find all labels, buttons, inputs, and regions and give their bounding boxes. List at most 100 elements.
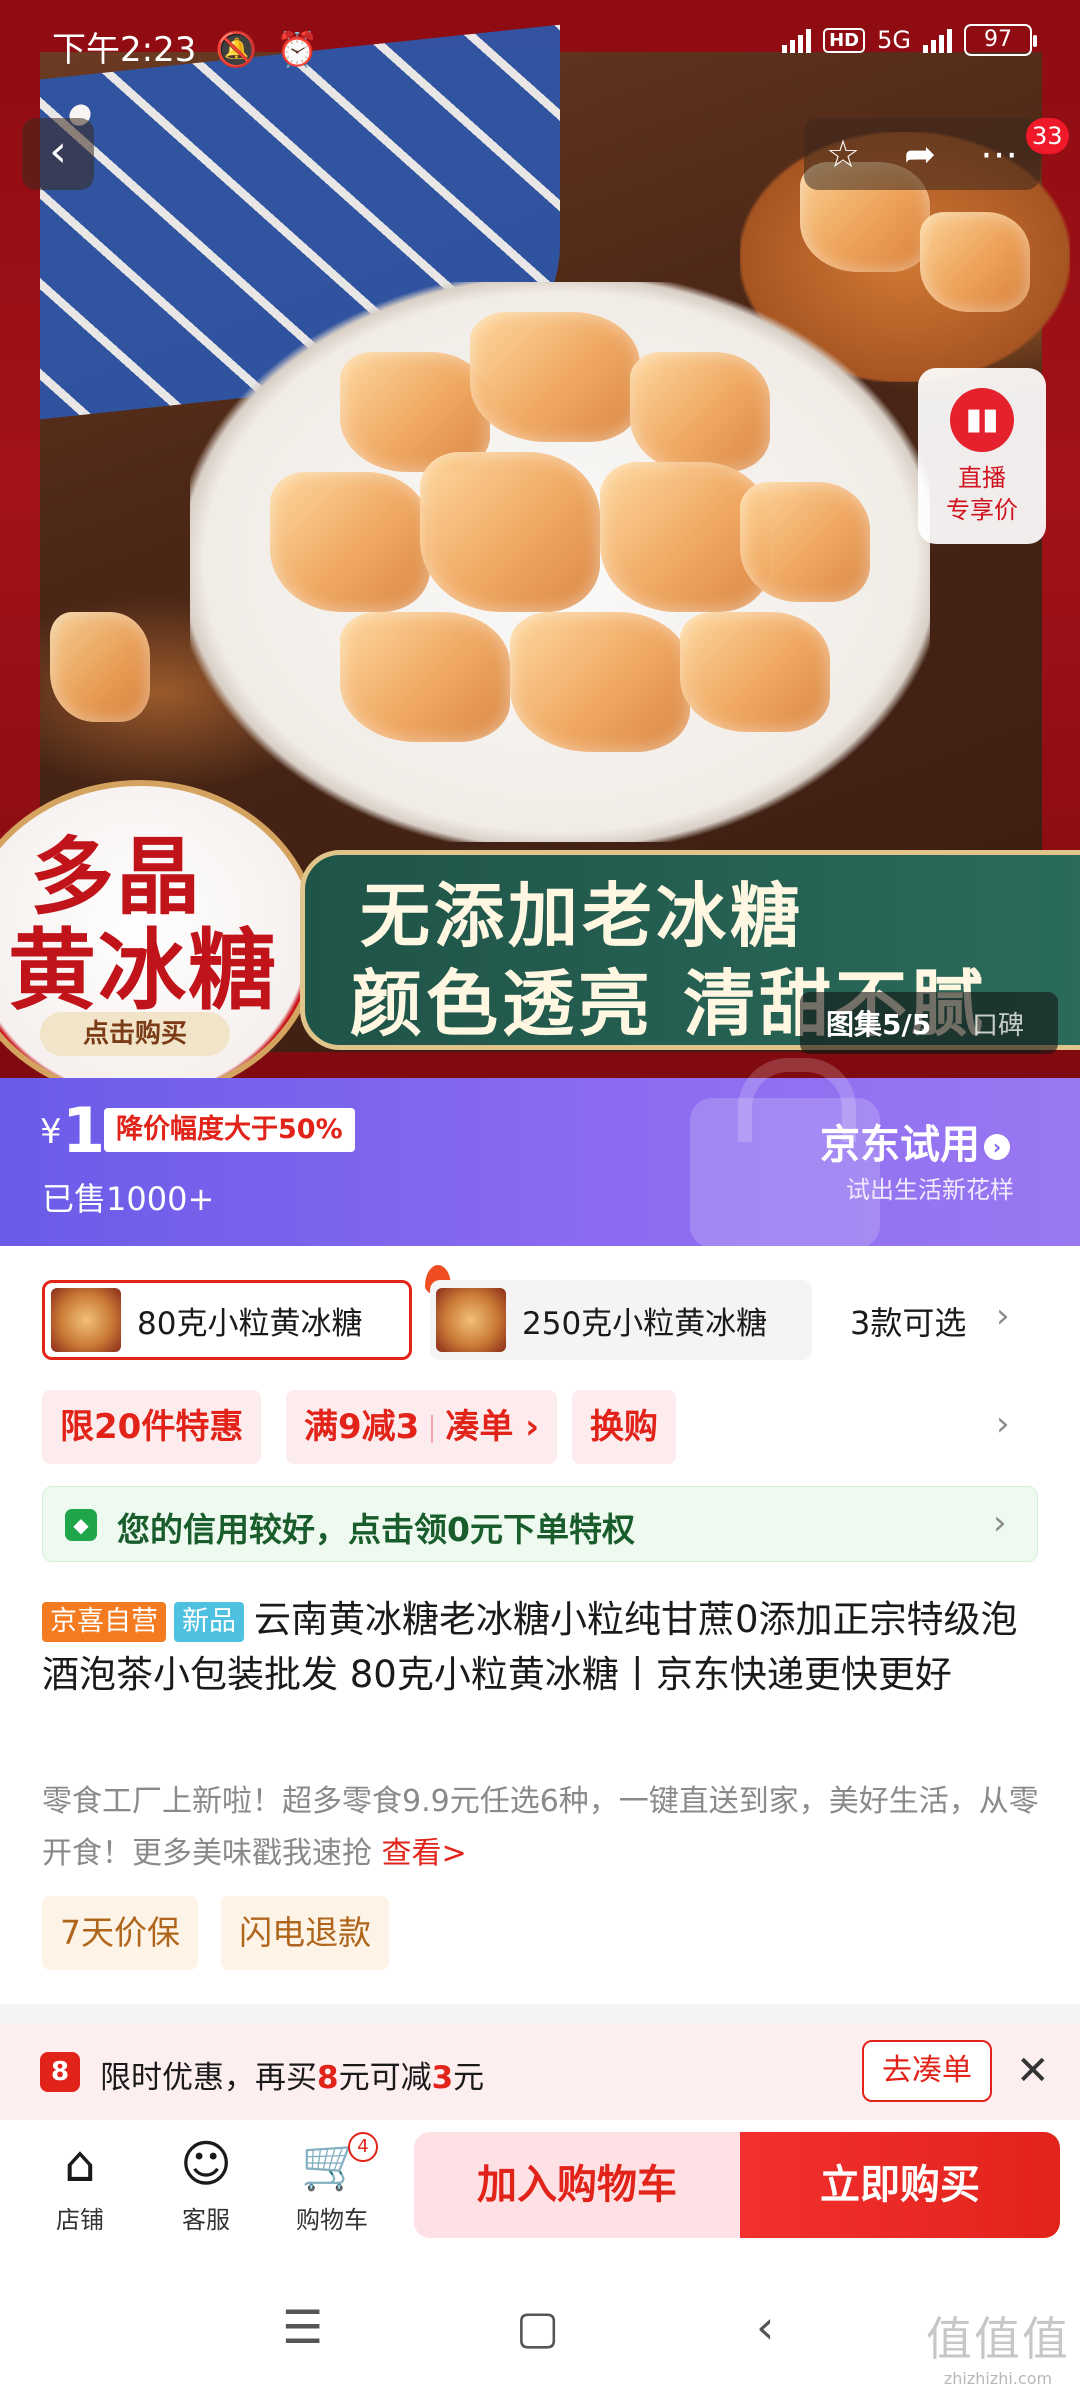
shop-button[interactable]: ⌂ 店铺 — [30, 2132, 130, 2235]
service-fast-refund[interactable]: 闪电退款 — [221, 1896, 390, 1970]
credit-banner[interactable]: ◆ 您的信用较好，点击领0元下单特权 › — [42, 1486, 1038, 1562]
jd-trial-link[interactable]: 京东试用 › — [820, 1112, 1010, 1170]
offer-amount2: 3 — [431, 2060, 454, 2096]
wifi-signal-icon — [782, 27, 812, 53]
add-to-cart-button[interactable]: 加入购物车 — [414, 2132, 740, 2238]
badge-line2: 黄冰糖 — [8, 918, 279, 1022]
service-label: 客服 — [182, 2206, 230, 2234]
promo-add-on-link[interactable]: 凑单 › — [445, 1407, 539, 1447]
promo-exchange[interactable]: 换购 — [572, 1390, 676, 1464]
gallery-switch[interactable]: 图集5/5 口碑 — [800, 992, 1058, 1054]
watermark-url: zhizhizhi.com — [943, 2369, 1053, 2388]
battery-level: 97 — [984, 27, 1012, 52]
offer-amount1: 8 — [317, 2060, 339, 2096]
cart-label: 购物车 — [296, 2206, 368, 2234]
self-operated-badge: 京喜自营 — [42, 1601, 166, 1642]
chevron-right-icon: › — [993, 1503, 1007, 1543]
view-more-link[interactable]: 查看> — [382, 1836, 467, 1871]
credit-text: 您的信用较好，点击领0元下单特权 — [117, 1510, 635, 1549]
chevron-right-icon: › — [984, 1134, 1010, 1160]
section-divider — [0, 2004, 1080, 2024]
service-price-protect[interactable]: 7天价保 — [42, 1896, 198, 1970]
top-actions: ☆ ➦ ⋯ — [804, 118, 1040, 190]
close-icon[interactable]: ✕ — [1016, 2048, 1050, 2094]
chevron-left-icon: ‹ — [49, 126, 67, 177]
more-icon[interactable]: ⋯ — [980, 132, 1018, 176]
product-image-carousel[interactable]: 多晶 黄冰糖 点击购买 无添加老冰糖 颜色透亮 清甜不腻 下午2:23 🔕 ⏰ … — [0, 0, 1080, 1078]
add-on-button[interactable]: 去凑单 — [862, 2040, 992, 2102]
clock-text: 下午2:23 — [52, 30, 197, 70]
sugar-crystal — [740, 482, 870, 602]
notification-badge: 33 — [1026, 118, 1069, 154]
sku-option-label: 250克小粒黄冰糖 — [522, 1305, 768, 1342]
home-square-icon[interactable]: ▢ — [516, 2300, 559, 2354]
price-amount: 1 — [62, 1094, 106, 1167]
description-text: 零食工厂上新啦！超多零食9.9元任选6种，一键直送到家，美好生活，从零开食！更多… — [42, 1784, 1039, 1871]
sku-thumbnail — [51, 1288, 121, 1352]
store-icon: ⌂ — [64, 2135, 96, 2193]
sku-selector: 80克小粒黄冰糖 250克小粒黄冰糖 3款可选 › — [0, 1265, 1080, 1360]
sku-option-label: 80克小粒黄冰糖 — [137, 1305, 363, 1342]
watermark-logo: 值值值 — [926, 2312, 1070, 2366]
new-badge: 新品 — [174, 1601, 244, 1642]
customer-service-button[interactable]: ☺ 客服 — [156, 2132, 256, 2235]
product-description: 零食工厂上新啦！超多零食9.9元任选6种，一键直送到家，美好生活，从零开食！更多… — [42, 1776, 1042, 1880]
back-chevron-icon[interactable]: ‹ — [756, 2300, 774, 2354]
live-label: 直播 — [958, 464, 1006, 492]
bottom-action-bar: ⌂ 店铺 ☺ 客服 🛒 4 购物车 加入购物车 立即购买 — [0, 2120, 1080, 2260]
sold-count: 已售1000+ — [42, 1180, 215, 1218]
promo-discount-text: 满9减3 — [304, 1407, 420, 1447]
site-watermark: 值值值 zhizhizhi.com — [926, 2303, 1070, 2388]
live-stream-icon: ▮▮ — [950, 388, 1014, 452]
status-bar: 下午2:23 🔕 ⏰ HD 5G 97 — [0, 0, 1080, 90]
chevron-right-icon[interactable]: › — [996, 1296, 1010, 1336]
back-button[interactable]: ‹ — [22, 118, 94, 190]
shop-label: 店铺 — [56, 2206, 104, 2234]
favorite-star-icon[interactable]: ☆ — [826, 132, 860, 176]
sugar-crystal — [270, 472, 430, 612]
price-currency: ¥ — [40, 1112, 62, 1152]
hd-icon: HD — [823, 27, 866, 53]
sugar-crystal — [680, 612, 830, 732]
menu-icon[interactable]: ☰ — [282, 2300, 323, 2354]
coupon-icon: 8 — [40, 2052, 80, 2092]
share-icon[interactable]: ➦ — [904, 132, 936, 176]
chat-smile-icon: ☺ — [179, 2135, 233, 2193]
price-drop-tag: 降价幅度大于50% — [104, 1108, 355, 1152]
divider — [431, 1414, 434, 1443]
status-time: 下午2:23 🔕 ⏰ — [52, 22, 319, 71]
sugar-crystal — [420, 452, 600, 612]
cart-button[interactable]: 🛒 4 购物车 — [282, 2132, 382, 2235]
product-title: 京喜自营 新品 云南黄冰糖老冰糖小粒纯甘蔗0添加正宗特级泡酒泡茶小包装批发 80克小… — [42, 1592, 1042, 1702]
sugar-crystal — [340, 612, 510, 742]
sku-thumbnail — [436, 1288, 506, 1352]
sku-more-options[interactable]: 3款可选 — [850, 1298, 966, 1344]
promo-discount[interactable]: 满9减3 凑单 › — [286, 1390, 558, 1464]
cell-signal-icon — [923, 27, 952, 53]
network-label: 5G — [877, 26, 911, 54]
battery-icon: 97 — [964, 24, 1037, 56]
trial-subtitle: 试出生活新花样 — [846, 1176, 1014, 1204]
badge-buy-button: 点击购买 — [40, 1012, 230, 1056]
system-navigation-bar: ☰ ▢ ‹ 值值值 zhizhizhi.com — [0, 2260, 1080, 2400]
live-price-card[interactable]: ▮▮ 直播 专享价 — [918, 368, 1046, 544]
limited-offer-bar: 8 限时优惠，再买8元可减3元 去凑单 ✕ — [0, 2024, 1080, 2120]
cart-count-badge: 4 — [348, 2132, 378, 2162]
promo-limited-deal[interactable]: 限20件特惠 — [42, 1390, 262, 1464]
chevron-right-icon[interactable]: › — [996, 1404, 1010, 1444]
trial-title: 京东试用 — [820, 1122, 980, 1168]
offer-text-a: 限时优惠，再买 — [100, 2060, 317, 2096]
offer-text: 限时优惠，再买8元可减3元 — [100, 2052, 484, 2097]
buy-now-button[interactable]: 立即购买 — [740, 2132, 1060, 2238]
live-price-label: 专享价 — [946, 496, 1018, 524]
sku-option-250g[interactable]: 250克小粒黄冰糖 — [430, 1280, 812, 1360]
reviews-tab[interactable]: 口碑 — [948, 1005, 1024, 1042]
mute-icon: 🔕 — [215, 30, 258, 70]
gallery-counter[interactable]: 图集5/5 — [800, 1003, 948, 1043]
promo-tags: 限20件特惠 满9减3 凑单 › 换购 › — [0, 1390, 1080, 1464]
sugar-crystal — [470, 312, 640, 442]
offer-text-b: 元可减 — [338, 2060, 432, 2096]
sku-option-80g[interactable]: 80克小粒黄冰糖 — [42, 1265, 451, 1360]
service-tags: 7天价保 闪电退款 — [42, 1896, 407, 1970]
offer-text-c: 元 — [453, 2060, 485, 2096]
